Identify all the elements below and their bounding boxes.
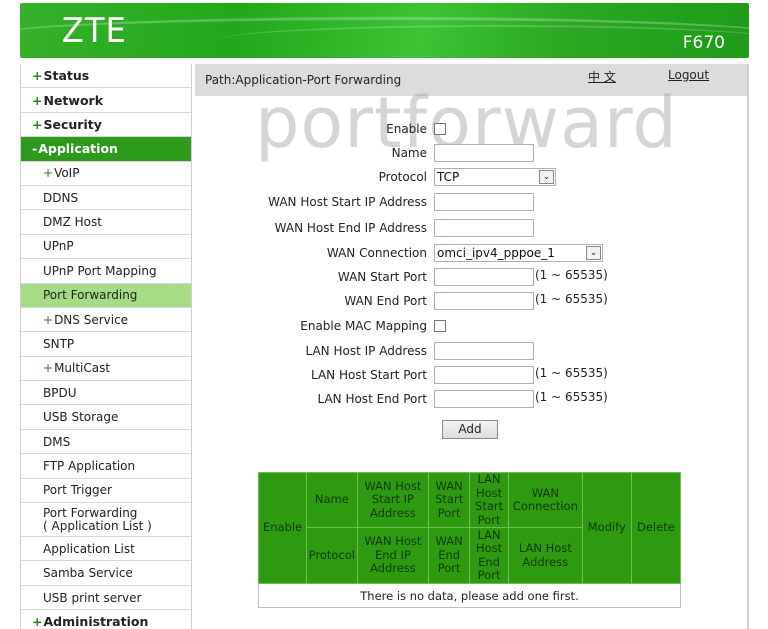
lan-host-ip-input[interactable] [434,342,534,360]
col-lan-host-start-port: LAN Host Start Port [469,472,509,528]
wan-connection-row: WAN Connection omci_ipv4_pppoe_1 ⌄ [0,244,768,264]
enable-label: Enable [386,122,427,136]
name-label: Name [391,146,427,160]
wan-start-port-input[interactable] [434,268,534,286]
banner-swoosh [220,25,749,55]
wan-host-start-ip-row: WAN Host Start IP Address [0,193,768,213]
sidebar-item-label: Administration [43,614,149,629]
sidebar-item-application-list[interactable]: Application List [21,537,191,562]
table-header-row: Enable Name WAN Host Start IP Address WA… [257,472,682,584]
port-range-hint: (1 ~ 65535) [535,292,608,306]
sidebar-item-label: Network [43,92,104,108]
sidebar-item-label: Port Forwarding( Application List ) [43,505,152,533]
language-link[interactable]: 中 文 [588,68,616,85]
sidebar-item-samba-service[interactable]: Samba Service [21,561,191,586]
lan-host-start-port-row: LAN Host Start Port (1 ~ 65535) [0,366,768,386]
col-wan-host-end-ip: WAN Host End IP Address [356,527,430,584]
lan-host-ip-row: LAN Host IP Address [0,342,768,362]
sidebar-item-dms[interactable]: DMS [21,429,191,455]
sidebar-item-ftp-application[interactable]: FTP Application [21,454,191,479]
sidebar-item-label: USB Storage [43,410,119,425]
enable-checkbox[interactable] [434,123,446,135]
port-forwarding-table: Enable Name WAN Host Start IP Address WA… [257,472,682,608]
wan-host-start-ip-input[interactable] [434,193,534,211]
protocol-label: Protocol [378,170,427,184]
lan-host-start-port-input[interactable] [434,366,534,384]
protocol-row: Protocol TCP ⌄ [0,168,768,188]
sidebar-item-label: USB print server [43,590,142,605]
protocol-select[interactable]: TCP ⌄ [434,168,556,186]
sidebar-item-label: Port Trigger [43,483,112,498]
sidebar-item-administration[interactable]: + Administration [21,610,191,629]
col-modify: Modify [581,472,632,584]
header-banner: ZTE F670 [20,3,749,58]
lan-host-end-port-input[interactable] [434,390,534,408]
add-button[interactable]: Add [442,420,498,439]
sidebar-item-usb-print-server[interactable]: USB print server [21,585,191,611]
lan-host-start-port-label: LAN Host Start Port [310,368,427,382]
table-row: There is no data, please add one first. [258,583,681,608]
col-wan-connection: WAN Connection [508,472,583,528]
col-wan-host-start-ip: WAN Host Start IP Address [356,472,430,528]
sidebar-item-label: FTP Application [43,458,136,473]
sidebar-item-label: DMS [43,434,71,449]
col-name: Name [306,472,358,528]
empty-message: There is no data, please add one first. [258,583,681,608]
lan-host-ip-label: LAN Host IP Address [305,344,427,358]
zte-logo: ZTE [61,11,127,51]
enable-mac-label: Enable MAC Mapping [300,319,427,333]
wan-connection-value: omci_ipv4_pppoe_1 [437,246,555,260]
enable-mac-row: Enable MAC Mapping [0,317,768,337]
wan-end-port-input[interactable] [434,292,534,310]
protocol-value: TCP [437,170,460,184]
breadcrumb: Path:Application-Port Forwarding [205,73,402,87]
chevron-down-icon: ⌄ [586,246,601,260]
model-name: F670 [682,33,725,53]
wan-end-port-row: WAN End Port (1 ~ 65535) [0,292,768,312]
expand-icon: + [32,614,43,629]
path-bar: Path:Application-Port Forwarding 中 文 Log… [195,64,747,96]
sidebar-item-label-line1: Port Forwarding [43,505,138,520]
enable-row: Enable [0,120,768,140]
chevron-down-icon: ⌄ [539,170,554,184]
port-range-hint: (1 ~ 65535) [535,366,608,380]
wan-start-port-label: WAN Start Port [337,270,427,284]
wan-host-end-ip-row: WAN Host End IP Address [0,219,768,239]
wan-connection-label: WAN Connection [326,246,427,260]
col-protocol: Protocol [306,527,358,584]
sidebar-item-label: Application List [43,541,135,556]
port-range-hint: (1 ~ 65535) [535,390,608,404]
sidebar-item-label-line2: ( Application List ) [43,518,152,533]
col-lan-host-address: LAN Host Address [508,527,583,584]
col-lan-host-end-port: LAN Host End Port [469,527,509,584]
sidebar-item-label: Status [43,68,90,84]
logout-link[interactable]: Logout [668,68,709,82]
lan-host-end-port-label: LAN Host End Port [317,392,427,406]
wan-host-end-ip-label: WAN Host End IP Address [274,221,427,235]
wan-start-port-row: WAN Start Port (1 ~ 65535) [0,268,768,288]
wan-end-port-label: WAN End Port [344,294,427,308]
sidebar-item-label: Samba Service [43,566,133,581]
enable-mac-checkbox[interactable] [434,320,446,332]
col-wan-end-port: WAN End Port [428,527,471,584]
sidebar-item-network[interactable]: + Network [21,88,191,113]
wan-host-end-ip-input[interactable] [434,219,534,237]
lan-host-end-port-row: LAN Host End Port (1 ~ 65535) [0,390,768,410]
wan-connection-select[interactable]: omci_ipv4_pppoe_1 ⌄ [434,244,603,262]
col-delete: Delete [630,472,682,584]
port-range-hint: (1 ~ 65535) [535,268,608,282]
expand-icon: + [32,68,43,84]
sidebar-item-port-trigger[interactable]: Port Trigger [21,478,191,504]
name-row: Name [0,144,768,164]
col-wan-start-port: WAN Start Port [428,472,471,528]
expand-icon: + [32,92,43,108]
col-enable: Enable [257,472,308,584]
wan-host-start-ip-label: WAN Host Start IP Address [268,195,427,209]
sidebar-item-status[interactable]: + Status [21,64,191,89]
sidebar-item-port-forwarding-app-list[interactable]: Port Forwarding( Application List ) [21,503,191,538]
name-input[interactable] [434,144,534,162]
